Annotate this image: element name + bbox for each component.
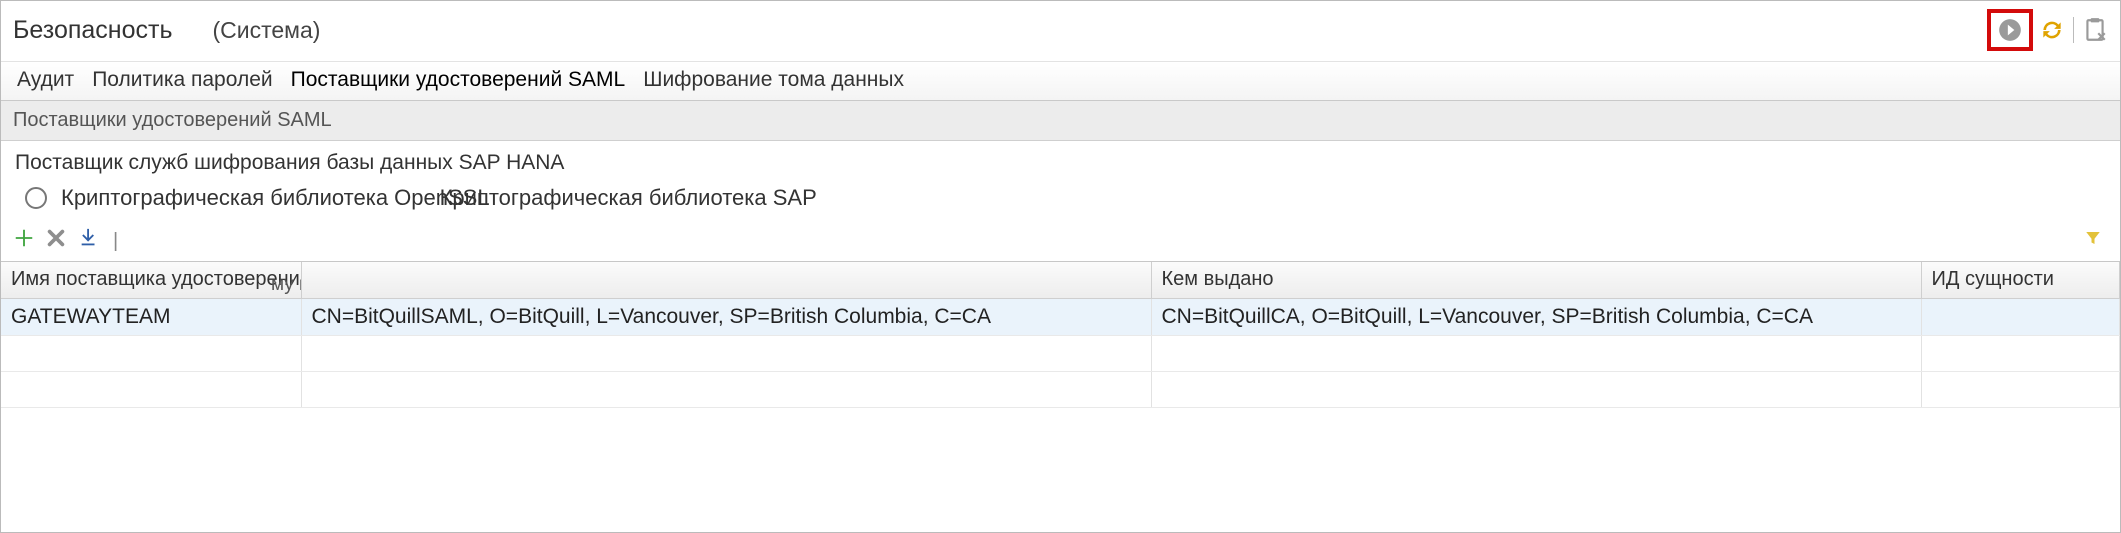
col-provider-name[interactable]: Имя поставщика удостоверений му выдано — [1, 262, 301, 298]
delete-icon[interactable] — [45, 227, 67, 255]
crypto-radio-row: Криптографическая библиотека OpenSSL Кри… — [25, 185, 2106, 211]
group-label: Поставщик служб шифрования базы данных S… — [15, 151, 2106, 175]
cell-issued-to: CN=BitQuillSAML, O=BitQuill, L=Vancouver… — [301, 298, 1151, 335]
radio-openssl-label[interactable]: Криптографическая библиотека OpenSSL — [61, 185, 490, 211]
tab-volume-encryption[interactable]: Шифрование тома данных — [639, 62, 908, 100]
providers-table: Имя поставщика удостоверений му выдано К… — [1, 262, 2120, 408]
table-row — [1, 335, 2120, 371]
security-console: Безопасность (Система) Аудит Политика па… — [0, 0, 2121, 533]
radio-icon[interactable] — [25, 187, 47, 209]
tab-password-policy[interactable]: Политика паролей — [88, 62, 276, 100]
refresh-icon[interactable] — [2039, 17, 2065, 43]
import-icon[interactable] — [77, 227, 101, 255]
table-row — [1, 371, 2120, 407]
col-issued-by[interactable]: Кем выдано — [1151, 262, 1921, 298]
col-issued-to[interactable] — [301, 262, 1151, 298]
cell-entity-id — [1921, 298, 2120, 335]
toolbar-separator: | — [113, 230, 118, 253]
system-label: (Система) — [212, 17, 320, 44]
toolbar-left: | — [13, 227, 118, 255]
crypto-provider-group: Поставщик служб шифрования базы данных S… — [1, 141, 2120, 223]
table-header-row: Имя поставщика удостоверений му выдано К… — [1, 262, 2120, 298]
toolbar-right — [2084, 229, 2102, 253]
cell-provider-name: GATEWAYTEAM — [1, 298, 301, 335]
header-actions — [1987, 9, 2108, 51]
page-title: Безопасность — [13, 16, 172, 45]
tab-bar: Аудит Политика паролей Поставщики удосто… — [1, 61, 2120, 101]
header: Безопасность (Система) — [1, 1, 2120, 61]
providers-table-wrap: Имя поставщика удостоверений му выдано К… — [1, 261, 2120, 532]
col-issued-to-fragment: му выдано — [271, 274, 301, 296]
highlighted-action — [1987, 9, 2033, 51]
tab-saml-providers[interactable]: Поставщики удостоверений SAML — [287, 62, 630, 100]
add-icon[interactable] — [13, 227, 35, 255]
section-title: Поставщики удостоверений SAML — [1, 101, 2120, 141]
clipboard-delete-icon[interactable] — [2082, 17, 2108, 43]
divider — [2073, 17, 2074, 43]
col-provider-name-label: Имя поставщика удостоверений — [11, 268, 301, 290]
filter-icon[interactable] — [2084, 231, 2102, 252]
tab-audit[interactable]: Аудит — [13, 62, 78, 100]
table-row[interactable]: GATEWAYTEAM CN=BitQuillSAML, O=BitQuill,… — [1, 298, 2120, 335]
arrow-right-circle-icon[interactable] — [1997, 17, 2023, 43]
header-left: Безопасность (Система) — [13, 16, 320, 45]
radio-sap-label[interactable]: Криптографическая библиотека SAP — [440, 185, 817, 211]
col-entity-id[interactable]: ИД сущности — [1921, 262, 2120, 298]
cell-issued-by: CN=BitQuillCA, O=BitQuill, L=Vancouver, … — [1151, 298, 1921, 335]
table-toolbar: | — [1, 223, 2120, 261]
